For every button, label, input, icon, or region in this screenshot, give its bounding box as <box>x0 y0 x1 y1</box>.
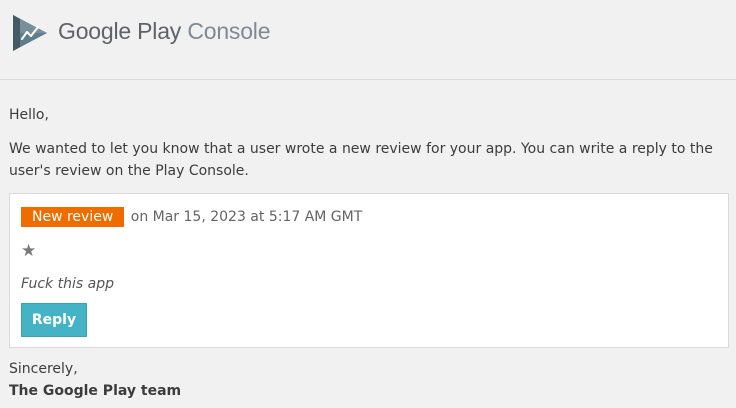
email-header: Google Play Console <box>0 0 736 80</box>
reply-button[interactable]: Reply <box>21 303 87 337</box>
review-date: on Mar 15, 2023 at 5:17 AM GMT <box>130 209 363 225</box>
logo-brand: Google Play <box>58 18 182 44</box>
review-meta: New review on Mar 15, 2023 at 5:17 AM GM… <box>21 206 362 228</box>
star-icon: ★ <box>21 241 37 261</box>
greeting: Hello, <box>9 107 49 123</box>
signoff-text: Sincerely, <box>9 361 78 377</box>
intro-text: We wanted to let you know that a user wr… <box>9 141 713 179</box>
new-review-badge: New review <box>21 207 125 227</box>
signature: The Google Play team <box>9 383 182 399</box>
review-card: New review on Mar 15, 2023 at 5:17 AM GM… <box>9 193 729 348</box>
review-text: Fuck this app <box>21 276 114 292</box>
signoff: Sincerely, The Google Play team <box>9 358 181 402</box>
logo-product: Console <box>187 18 271 44</box>
play-console-icon <box>12 14 48 52</box>
logo-text: Google Play Console <box>58 18 271 45</box>
star-rating: ★ <box>21 240 36 262</box>
